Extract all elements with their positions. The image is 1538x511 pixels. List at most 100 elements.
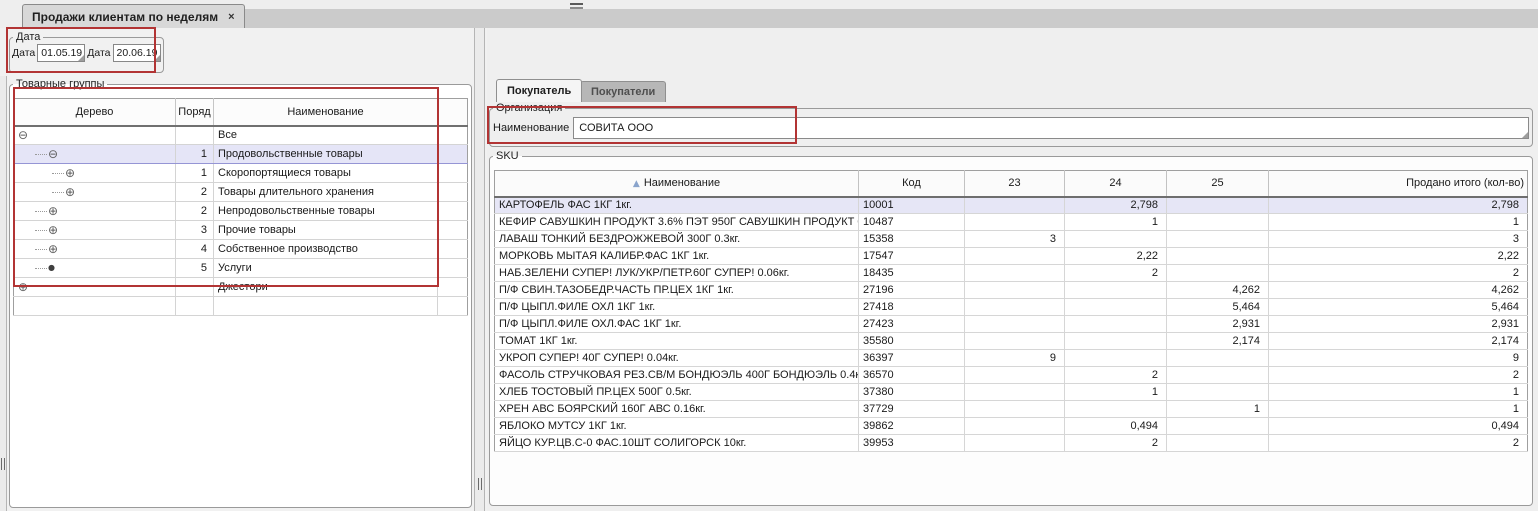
sku-cell-week-24 xyxy=(1065,350,1167,367)
tree-row[interactable]: ⊕4Собственное производство xyxy=(14,240,468,259)
sku-row[interactable]: ТОМАТ 1КГ 1кг.355802,1742,174 xyxy=(495,333,1528,350)
date-to-value: 20.06.19 xyxy=(117,47,158,59)
sort-asc-icon: ▲ xyxy=(633,179,640,189)
sku-cell-week-23 xyxy=(965,367,1065,384)
tree-column-header-name[interactable]: Наименование xyxy=(214,99,438,126)
sku-row[interactable]: П/Ф ЦЫПЛ.ФИЛЕ ОХЛ 1КГ 1кг.274185,4645,46… xyxy=(495,299,1528,316)
sku-row[interactable]: П/Ф СВИН.ТАЗОБЕДР.ЧАСТЬ ПР.ЦЕХ 1КГ 1кг.2… xyxy=(495,282,1528,299)
sku-cell-total: 1 xyxy=(1269,401,1528,418)
expand-icon[interactable]: ⊕ xyxy=(48,205,58,217)
sku-table-body: КАРТОФЕЛЬ ФАС 1КГ 1кг.100012,7982,798КЕФ… xyxy=(495,197,1528,452)
sku-column-header-code[interactable]: Код xyxy=(859,171,965,197)
date-from-input[interactable]: 01.05.19 xyxy=(37,44,85,62)
sku-row[interactable]: КАРТОФЕЛЬ ФАС 1КГ 1кг.100012,7982,798 xyxy=(495,197,1528,214)
sku-row[interactable]: КЕФИР САВУШКИН ПРОДУКТ 3.6% ПЭТ 950Г САВ… xyxy=(495,214,1528,231)
tree-column-header-tree[interactable]: Дерево xyxy=(14,99,176,126)
expand-icon[interactable]: ⊕ xyxy=(48,224,58,236)
tree-cell-order: 2 xyxy=(176,202,214,221)
sku-cell-week-23 xyxy=(965,401,1065,418)
date-to-input[interactable]: 20.06.19 xyxy=(113,44,161,62)
sku-cell-total: 4,262 xyxy=(1269,282,1528,299)
sku-column-header-name[interactable]: ▲Наименование xyxy=(495,171,859,197)
expand-icon[interactable]: ⊕ xyxy=(65,186,75,198)
sku-cell-code: 37380 xyxy=(859,384,965,401)
left-edge-splitter[interactable] xyxy=(0,76,7,511)
sku-cell-code: 27423 xyxy=(859,316,965,333)
tree-row[interactable]: ⊕3Прочие товары xyxy=(14,221,468,240)
sku-cell-code: 36397 xyxy=(859,350,965,367)
sku-cell-week-24 xyxy=(1065,316,1167,333)
sku-row[interactable]: МОРКОВЬ МЫТАЯ КАЛИБР.ФАС 1КГ 1кг.175472,… xyxy=(495,248,1528,265)
sku-row[interactable]: НАБ.ЗЕЛЕНИ СУПЕР! ЛУК/УКР/ПЕТР.60Г СУПЕР… xyxy=(495,265,1528,282)
dropdown-grip-icon[interactable] xyxy=(78,55,84,61)
organization-name-label: Наименование xyxy=(493,122,569,134)
dropdown-grip-icon[interactable] xyxy=(154,55,160,61)
tree-column-header-empty[interactable] xyxy=(438,99,468,126)
splitter-grip-icon[interactable] xyxy=(478,478,482,490)
sku-column-header-week-25[interactable]: 25 xyxy=(1167,171,1269,197)
sku-table: ▲Наименование Код 23 24 25 Продано итого… xyxy=(494,170,1528,452)
tree-connector-line xyxy=(35,230,47,231)
tree-row[interactable]: ⊕ Джестори xyxy=(14,278,468,297)
tab-title: Продажи клиентам по неделям xyxy=(32,10,218,24)
sku-row[interactable]: ЯБЛОКО МУТСУ 1КГ 1кг.398620,4940,494 xyxy=(495,418,1528,435)
tab-buyer[interactable]: Покупатель xyxy=(496,79,582,102)
sku-row[interactable]: П/Ф ЦЫПЛ.ФИЛЕ ОХЛ.ФАС 1КГ 1кг.274232,931… xyxy=(495,316,1528,333)
collapse-icon[interactable]: ⊖ xyxy=(18,129,28,141)
date-from-value: 01.05.19 xyxy=(41,47,82,59)
tree-row[interactable]: ⊕2Товары длительного хранения xyxy=(14,183,468,202)
sku-row[interactable]: ФАСОЛЬ СТРУЧКОВАЯ РЕЗ.СВ/М БОНДЮЭЛЬ 400Г… xyxy=(495,367,1528,384)
close-icon[interactable]: × xyxy=(228,10,234,23)
sku-cell-name: ЯБЛОКО МУТСУ 1КГ 1кг. xyxy=(495,418,859,435)
tree-cell-name: Скоропортящиеся товары xyxy=(214,164,438,183)
sku-cell-week-24: 1 xyxy=(1065,214,1167,231)
sku-cell-name: ЯЙЦО КУР.ЦВ.С-0 ФАС.10ШТ СОЛИГОРСК 10кг. xyxy=(495,435,859,452)
tree-panel-splitter[interactable] xyxy=(474,28,485,511)
splitter-grip-icon[interactable] xyxy=(1,458,5,470)
tree-cell-name: Джестори xyxy=(214,278,438,297)
tab-bar-band xyxy=(212,9,1538,28)
tree-row[interactable]: ⊕1Скоропортящиеся товары xyxy=(14,164,468,183)
tab-buyers[interactable]: Покупатели xyxy=(580,81,666,102)
sku-cell-week-23 xyxy=(965,418,1065,435)
tree-connector-line xyxy=(35,249,47,250)
sku-cell-name: ХРЕН АВС БОЯРСКИЙ 160Г АВС 0.16кг. xyxy=(495,401,859,418)
expand-icon[interactable]: ⊕ xyxy=(48,243,58,255)
tab-sales-by-weeks[interactable]: Продажи клиентам по неделям × xyxy=(22,4,245,28)
sku-cell-week-25: 2,931 xyxy=(1167,316,1269,333)
sku-row[interactable]: ХРЕН АВС БОЯРСКИЙ 160Г АВС 0.16кг.377291… xyxy=(495,401,1528,418)
sku-column-header-week-23[interactable]: 23 xyxy=(965,171,1065,197)
sku-cell-week-25: 1 xyxy=(1167,401,1269,418)
sku-cell-total: 5,464 xyxy=(1269,299,1528,316)
sku-row[interactable]: УКРОП СУПЕР! 40Г СУПЕР! 0.04кг.3639799 xyxy=(495,350,1528,367)
tree-row[interactable]: ●5Услуги xyxy=(14,259,468,278)
sku-cell-code: 15358 xyxy=(859,231,965,248)
tree-column-header-order[interactable]: Поряд xyxy=(176,99,214,126)
sku-row[interactable]: ЛАВАШ ТОНКИЙ БЕЗДРОЖЖЕВОЙ 300Г 0.3кг.153… xyxy=(495,231,1528,248)
sku-cell-name: КЕФИР САВУШКИН ПРОДУКТ 3.6% ПЭТ 950Г САВ… xyxy=(495,214,859,231)
resize-grip-icon[interactable] xyxy=(1522,132,1528,138)
sku-cell-week-24: 2 xyxy=(1065,367,1167,384)
organization-name-value: СОВИТА ООО xyxy=(579,122,653,134)
sku-cell-week-25 xyxy=(1167,197,1269,214)
expand-icon[interactable]: ⊕ xyxy=(18,281,28,293)
sku-column-header-week-24[interactable]: 24 xyxy=(1065,171,1167,197)
date-to-label: Дата xyxy=(87,47,110,59)
sku-cell-week-23 xyxy=(965,248,1065,265)
sku-column-header-total[interactable]: Продано итого (кол-во) xyxy=(1269,171,1528,197)
sku-cell-total: 3 xyxy=(1269,231,1528,248)
leaf-icon: ● xyxy=(48,262,55,274)
sku-row[interactable]: ЯЙЦО КУР.ЦВ.С-0 ФАС.10ШТ СОЛИГОРСК 10кг.… xyxy=(495,435,1528,452)
tree-cell-empty xyxy=(438,202,468,221)
expand-icon[interactable]: ⊕ xyxy=(65,167,75,179)
sku-row[interactable]: ХЛЕБ ТОСТОВЫЙ ПР.ЦЕХ 500Г 0.5кг.3738011 xyxy=(495,384,1528,401)
panel-grip-icon[interactable] xyxy=(570,3,583,11)
tree-cell-name: Продовольственные товары xyxy=(214,145,438,164)
tree-row[interactable]: ⊖1Продовольственные товары xyxy=(14,145,468,164)
collapse-icon[interactable]: ⊖ xyxy=(48,148,58,160)
date-group-legend: Дата xyxy=(13,31,43,43)
tree-row[interactable]: ⊖Все xyxy=(14,126,468,145)
organization-name-input[interactable]: СОВИТА ООО xyxy=(573,117,1529,139)
tree-row[interactable]: ⊕2Непродовольственные товары xyxy=(14,202,468,221)
sku-cell-name: НАБ.ЗЕЛЕНИ СУПЕР! ЛУК/УКР/ПЕТР.60Г СУПЕР… xyxy=(495,265,859,282)
